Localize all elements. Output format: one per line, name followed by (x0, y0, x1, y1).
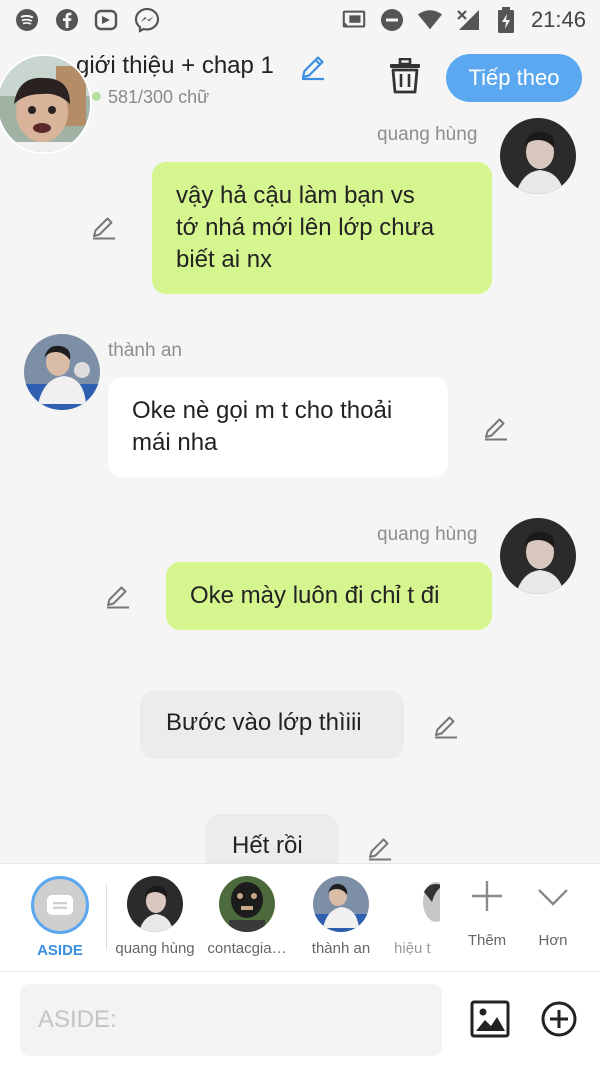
message-bubble[interactable]: Oke nè gọi m t cho thoải mái nha (108, 377, 448, 477)
edit-message-icon[interactable] (104, 582, 132, 610)
speaker-name: quang hùng (377, 124, 478, 145)
facebook-icon (54, 7, 80, 33)
edit-message-icon[interactable] (366, 834, 394, 862)
speaker-name: quang hùng (377, 524, 478, 545)
word-count: 581/300 chữ (108, 87, 210, 107)
character-aside[interactable]: ASIDE (15, 876, 105, 959)
status-dot (92, 92, 101, 101)
avatar (127, 876, 183, 932)
add-circle-icon[interactable] (540, 1000, 578, 1038)
messenger-icon (134, 7, 160, 33)
aside-bubble[interactable]: Bước vào lớp thìiii (140, 691, 404, 759)
avatar (313, 876, 369, 932)
plus-icon (454, 878, 520, 922)
message-input[interactable] (20, 984, 442, 1056)
cast-icon (341, 7, 367, 33)
spotify-icon (14, 7, 40, 33)
avatar-quang-hung[interactable] (500, 118, 576, 194)
divider (106, 884, 107, 950)
avatar (219, 876, 275, 932)
no-signal-icon (455, 7, 481, 33)
trash-icon[interactable] (388, 57, 422, 94)
next-button[interactable]: Tiếp theo (446, 54, 582, 102)
expand-button[interactable]: Hơn (520, 878, 586, 949)
image-icon[interactable] (470, 1000, 510, 1038)
chevron-down-icon (520, 878, 586, 922)
clock: 21:46 (530, 7, 586, 32)
character-quang-hung[interactable]: quang hùng (110, 876, 200, 957)
character-selector: ASIDE quang hùng contacgia… thành an hiệ… (0, 863, 600, 971)
battery-charging-icon (493, 7, 519, 33)
aside-avatar (31, 876, 89, 934)
composer (0, 971, 600, 1067)
editor-header: giới thiệu + chap 1 581/300 chữ Tiếp the… (0, 40, 600, 154)
avatar (406, 876, 440, 932)
chapter-title[interactable]: giới thiệu + chap 1 (76, 52, 274, 80)
edit-title-icon[interactable] (298, 52, 328, 82)
status-bar: 21:46 (0, 0, 600, 40)
dnd-icon (379, 7, 405, 33)
more-characters-button[interactable]: Thêm (454, 878, 520, 949)
character-contacgia[interactable]: contacgia… (202, 876, 292, 957)
avatar-thanh-an[interactable] (24, 334, 100, 410)
wifi-icon (417, 7, 443, 33)
edit-message-icon[interactable] (482, 414, 510, 442)
character-thanh-an[interactable]: thành an (296, 876, 386, 957)
video-icon (94, 7, 120, 33)
edit-message-icon[interactable] (432, 712, 460, 740)
character-hieu[interactable]: hiệu t (380, 876, 440, 957)
message-bubble[interactable]: vậy hả cậu làm bạn vs tớ nhá mới lên lớp… (152, 162, 492, 294)
message-bubble[interactable]: Oke mày luôn đi chỉ t đi (166, 562, 492, 630)
edit-message-icon[interactable] (90, 213, 118, 241)
avatar-quang-hung[interactable] (500, 518, 576, 594)
speaker-name: thành an (108, 340, 182, 361)
story-cover-avatar[interactable] (0, 54, 92, 154)
